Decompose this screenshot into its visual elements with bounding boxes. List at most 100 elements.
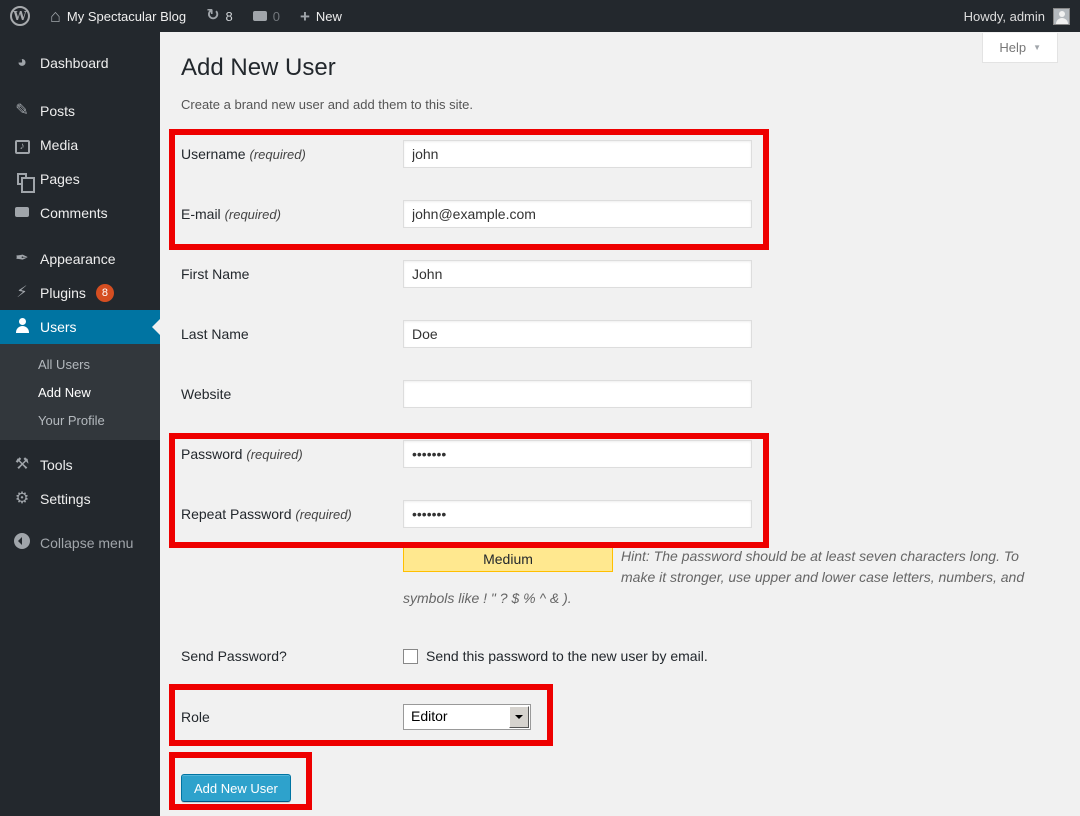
username-label: Username (required)	[181, 146, 403, 162]
comment-bubble-icon	[253, 11, 267, 21]
required-hint: (required)	[295, 507, 351, 522]
add-new-user-button[interactable]: Add New User	[181, 774, 291, 802]
brush-icon: ✒	[12, 251, 32, 267]
plus-icon: +	[300, 8, 310, 25]
howdy-label: Howdy, admin	[964, 9, 1045, 24]
first-name-label: First Name	[181, 266, 403, 282]
send-password-checkbox-label: Send this password to the new user by em…	[426, 648, 708, 664]
sidebar-item-users[interactable]: Users	[0, 310, 160, 344]
page-title: Add New User	[160, 32, 1080, 82]
main-content: Help ▼ Add New User Create a brand new u…	[160, 32, 1080, 816]
plugins-update-badge: 8	[96, 284, 114, 302]
submenu-item-label: Your Profile	[38, 413, 105, 428]
sidebar-item-pages[interactable]: Pages	[0, 162, 160, 196]
sidebar-item-plugins[interactable]: ⚡ Plugins 8	[0, 276, 160, 310]
update-count: 8	[226, 9, 233, 24]
sidebar-item-appearance[interactable]: ✒ Appearance	[0, 242, 160, 276]
wordpress-admin-screen: W ⌂ My Spectacular Blog ↻ 8 0 + New Howd…	[0, 0, 1080, 816]
plug-icon: ⚡	[12, 285, 32, 301]
password-hint-block: Medium Hint: The password should be at l…	[403, 546, 1035, 609]
send-password-row: Send Password? Send this password to the…	[181, 636, 1080, 676]
submit-row: Add New User	[181, 774, 1080, 802]
collapse-menu-button[interactable]: Collapse menu	[0, 526, 160, 560]
required-hint: (required)	[246, 447, 302, 462]
site-name-link[interactable]: ⌂ My Spectacular Blog	[40, 0, 196, 32]
admin-sidebar: ◕ Dashboard ✎ Posts ♪ Media Pages Commen…	[0, 32, 160, 816]
dashboard-icon: ◕	[12, 55, 32, 71]
help-button[interactable]: Help ▼	[982, 33, 1058, 63]
admin-bar-left: W ⌂ My Spectacular Blog ↻ 8 0 + New	[0, 0, 352, 32]
required-hint: (required)	[225, 207, 281, 222]
comments-link[interactable]: 0	[243, 0, 290, 32]
submenu-item-label: All Users	[38, 357, 90, 372]
wordpress-logo-menu[interactable]: W	[0, 0, 40, 32]
wordpress-logo-icon: W	[10, 6, 30, 26]
wrench-icon: ⚒	[12, 457, 32, 473]
settings-icon: ⚙	[12, 491, 32, 507]
sidebar-item-label: Pages	[40, 171, 80, 187]
role-label: Role	[181, 709, 403, 725]
sidebar-item-label: Tools	[40, 457, 73, 473]
sidebar-item-label: Users	[40, 319, 77, 335]
sidebar-item-label: Comments	[40, 205, 108, 221]
pages-icon	[12, 171, 32, 187]
sidebar-item-tools[interactable]: ⚒ Tools	[0, 448, 160, 482]
password-input[interactable]	[403, 440, 752, 468]
sidebar-item-label: Appearance	[40, 251, 116, 267]
password-strength-indicator: Medium	[403, 546, 613, 572]
select-dropdown-arrow-icon[interactable]	[509, 706, 529, 728]
sidebar-item-label: Dashboard	[40, 55, 109, 71]
role-row: Role Editor	[181, 689, 1080, 744]
username-input[interactable]	[403, 140, 752, 168]
page-description: Create a brand new user and add them to …	[160, 82, 1080, 112]
password-strength-row: Medium Hint: The password should be at l…	[181, 546, 1080, 624]
new-label: New	[316, 9, 342, 24]
email-label: E-mail (required)	[181, 206, 403, 222]
required-hint: (required)	[249, 147, 305, 162]
repeat-password-label: Repeat Password (required)	[181, 506, 403, 522]
users-submenu: All Users Add New Your Profile	[0, 344, 160, 440]
username-row: Username (required)	[181, 124, 1080, 184]
role-select[interactable]: Editor	[403, 704, 531, 730]
collapse-menu-label: Collapse menu	[40, 535, 133, 551]
first-name-input[interactable]	[403, 260, 752, 288]
site-name-label: My Spectacular Blog	[67, 9, 186, 24]
last-name-row: Last Name	[181, 304, 1080, 364]
pin-icon: ✎	[12, 103, 32, 119]
account-menu[interactable]: Howdy, admin	[964, 0, 1080, 32]
website-label: Website	[181, 386, 403, 402]
first-name-row: First Name	[181, 244, 1080, 304]
updates-link[interactable]: ↻ 8	[196, 0, 243, 32]
sidebar-item-settings[interactable]: ⚙ Settings	[0, 482, 160, 516]
new-content-menu[interactable]: + New	[290, 0, 352, 32]
last-name-label: Last Name	[181, 326, 403, 342]
help-label: Help	[999, 40, 1026, 55]
sidebar-item-label: Plugins	[40, 285, 86, 301]
sidebar-item-comments[interactable]: Comments	[0, 196, 160, 230]
last-name-input[interactable]	[403, 320, 752, 348]
submenu-item-your-profile[interactable]: Your Profile	[0, 406, 160, 434]
media-icon: ♪	[12, 137, 32, 154]
home-icon: ⌂	[50, 7, 61, 25]
repeat-password-input[interactable]	[403, 500, 752, 528]
avatar	[1053, 8, 1070, 25]
comment-bubble-icon	[12, 205, 32, 221]
sidebar-item-media[interactable]: ♪ Media	[0, 128, 160, 162]
email-input[interactable]	[403, 200, 752, 228]
sidebar-item-label: Media	[40, 137, 78, 153]
sidebar-item-label: Settings	[40, 491, 91, 507]
password-label: Password (required)	[181, 446, 403, 462]
send-password-checkbox[interactable]	[403, 649, 418, 664]
sidebar-item-dashboard[interactable]: ◕ Dashboard	[0, 46, 160, 80]
chevron-down-icon: ▼	[1033, 43, 1041, 52]
sidebar-item-posts[interactable]: ✎ Posts	[0, 94, 160, 128]
send-password-label: Send Password?	[181, 648, 403, 664]
submenu-item-all-users[interactable]: All Users	[0, 350, 160, 378]
submenu-item-label: Add New	[38, 385, 91, 400]
repeat-password-row: Repeat Password (required)	[181, 484, 1080, 544]
website-input[interactable]	[403, 380, 752, 408]
password-row: Password (required)	[181, 424, 1080, 484]
submenu-item-add-new[interactable]: Add New	[0, 378, 160, 406]
comment-count: 0	[273, 9, 280, 24]
send-password-checkbox-wrap: Send this password to the new user by em…	[403, 648, 708, 664]
